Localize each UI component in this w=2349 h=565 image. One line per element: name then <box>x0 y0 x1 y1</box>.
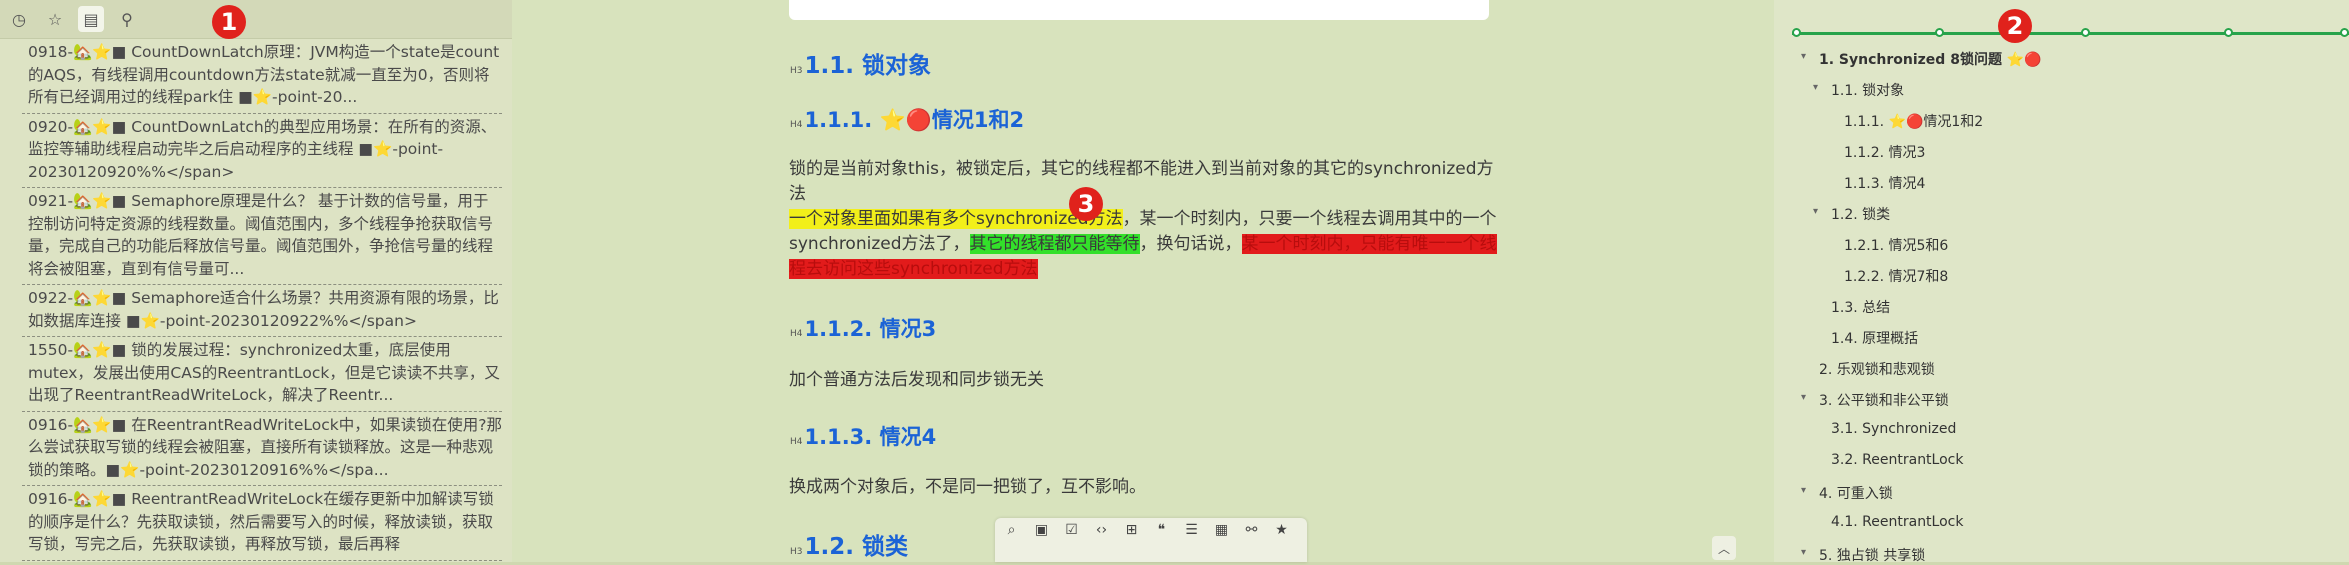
outline-progress-bar <box>1792 28 2349 38</box>
list-item[interactable]: 0922-🏡⭐■ Semaphore适合什么场景？共用资源有限的场景，比如数据库… <box>22 285 502 337</box>
annotation-badge-3: 3 <box>1069 187 1103 221</box>
outline-item[interactable]: 3.1. Synchronized <box>1831 421 1956 437</box>
heading-h4: H41.1.1. ⭐🔴情况1和2 <box>790 108 1025 132</box>
sidebar-toolbar: ◷ ☆ ▤ ⚲ <box>0 0 512 39</box>
annotation-badge-2: 2 <box>1998 9 2032 43</box>
outline-item[interactable]: ▾ 5. 独占锁 共享锁 <box>1801 545 1925 565</box>
outline-item[interactable]: 4.1. ReentrantLock <box>1831 514 1963 530</box>
outline-item[interactable]: 1.1.2. 情况3 <box>1844 142 1925 162</box>
clock-icon[interactable]: ◷ <box>6 6 32 32</box>
outline-panel: ▾ 1. Synchronized 8锁问题 ⭐🔴 ▾ 1.1. 锁对象 1.1.1… <box>1774 0 2349 565</box>
heading-h4: H41.1.3. 情况4 <box>790 425 937 449</box>
outline-item[interactable]: 1.4. 原理概括 <box>1831 328 1918 348</box>
code-block-icon[interactable]: ⊞ <box>1121 522 1142 538</box>
outline-item[interactable]: ▾ 1.1. 锁对象 <box>1813 80 1904 100</box>
checkbox-icon[interactable]: ☑ <box>1061 522 1082 538</box>
paragraph-2[interactable]: 一个对象里面如果有多个synchronized方法，某一个时刻内，只要一个线程去… <box>789 207 1504 282</box>
outline-item[interactable]: ▾ 3. 公平锁和非公平锁 <box>1801 390 1949 410</box>
format-toolbar: ⌕ ▣ ☑ ‹› ⊞ ❝ ☰ ▦ ⚯ ★ <box>995 518 1307 562</box>
heading-h3: H31.1. 锁对象 <box>790 53 931 79</box>
document-icon[interactable]: ▤ <box>78 6 104 32</box>
pin-icon[interactable]: ⚲ <box>114 6 140 32</box>
link-icon[interactable]: ⚯ <box>1241 522 1262 538</box>
paragraph-4[interactable]: 换成两个对象后，不是同一把锁了，互不影响。 <box>789 475 1504 500</box>
image-icon[interactable]: ▣ <box>1031 522 1052 538</box>
notes-list: 0918-🏡⭐■ CountDownLatch原理：JVM构造一个state是c… <box>0 39 512 561</box>
list-item[interactable]: 0916-🏡⭐■ 在ReentrantReadWriteLock中，如果读锁在使… <box>22 412 502 486</box>
list-item[interactable]: 1550-🏡⭐■ 锁的发展过程：synchronized太重，底层使用mutex… <box>22 337 502 412</box>
list-item[interactable]: 0921-🏡⭐■ Semaphore原理是什么？ 基于计数的信号量，用于控制访问… <box>22 188 502 285</box>
code-icon[interactable]: ‹› <box>1091 522 1112 538</box>
scroll-top-button[interactable]: ︿ <box>1712 536 1736 560</box>
outline-item[interactable]: ▾ 1.2. 锁类 <box>1813 204 1890 224</box>
list-icon[interactable]: ☰ <box>1181 522 1202 538</box>
notes-sidebar: ◷ ☆ ▤ ⚲ 0918-🏡⭐■ CountDownLatch原理：JVM构造一… <box>0 0 513 562</box>
star-icon[interactable]: ★ <box>1271 522 1292 538</box>
outline-item[interactable]: 2. 乐观锁和悲观锁 <box>1819 359 1935 379</box>
list-item[interactable]: 0916-🏡⭐■ ReentrantReadWriteLock在缓存更新中加解读… <box>22 486 502 561</box>
star-icon[interactable]: ☆ <box>42 6 68 32</box>
outline-item[interactable]: 1.1.3. 情况4 <box>1844 173 1925 193</box>
outline-item[interactable]: 1.2.2. 情况7和8 <box>1844 266 1948 286</box>
heading-h4: H41.1.2. 情况3 <box>790 317 937 341</box>
outline-item[interactable]: ▾ 4. 可重入锁 <box>1801 483 1893 503</box>
editor-pane: H31.1. 锁对象 H41.1.1. ⭐🔴情况1和2 锁的是当前对象this，… <box>512 0 1774 562</box>
list-item[interactable]: 0920-🏡⭐■ CountDownLatch的典型应用场景：在所有的资源、监控… <box>22 114 502 188</box>
quote-icon[interactable]: ❝ <box>1151 522 1172 538</box>
search-icon[interactable]: ⌕ <box>1001 522 1022 538</box>
outline-item[interactable]: ▾ 1. Synchronized 8锁问题 ⭐🔴 <box>1801 49 2042 69</box>
highlight-green: 其它的线程都只能等待 <box>969 234 1140 254</box>
paragraph-1[interactable]: 锁的是当前对象this，被锁定后，其它的线程都不能进入到当前对象的其它的sync… <box>789 157 1504 207</box>
outline-item[interactable]: 3.2. ReentrantLock <box>1831 452 1963 468</box>
heading-h3: H31.2. 锁类 <box>790 534 908 560</box>
outline-item[interactable]: 1.3. 总结 <box>1831 297 1890 317</box>
outline-item[interactable]: 1.2.1. 情况5和6 <box>1844 235 1948 255</box>
outline-item[interactable]: 1.1.1. ⭐🔴情况1和2 <box>1844 111 1983 131</box>
list-item[interactable]: 0918-🏡⭐■ CountDownLatch原理：JVM构造一个state是c… <box>22 39 502 114</box>
table-icon[interactable]: ▦ <box>1211 522 1232 538</box>
paragraph-3[interactable]: 加个普通方法后发现和同步锁无关 <box>789 368 1504 393</box>
code-block-edge <box>789 0 1489 20</box>
annotation-badge-1: 1 <box>212 5 246 39</box>
